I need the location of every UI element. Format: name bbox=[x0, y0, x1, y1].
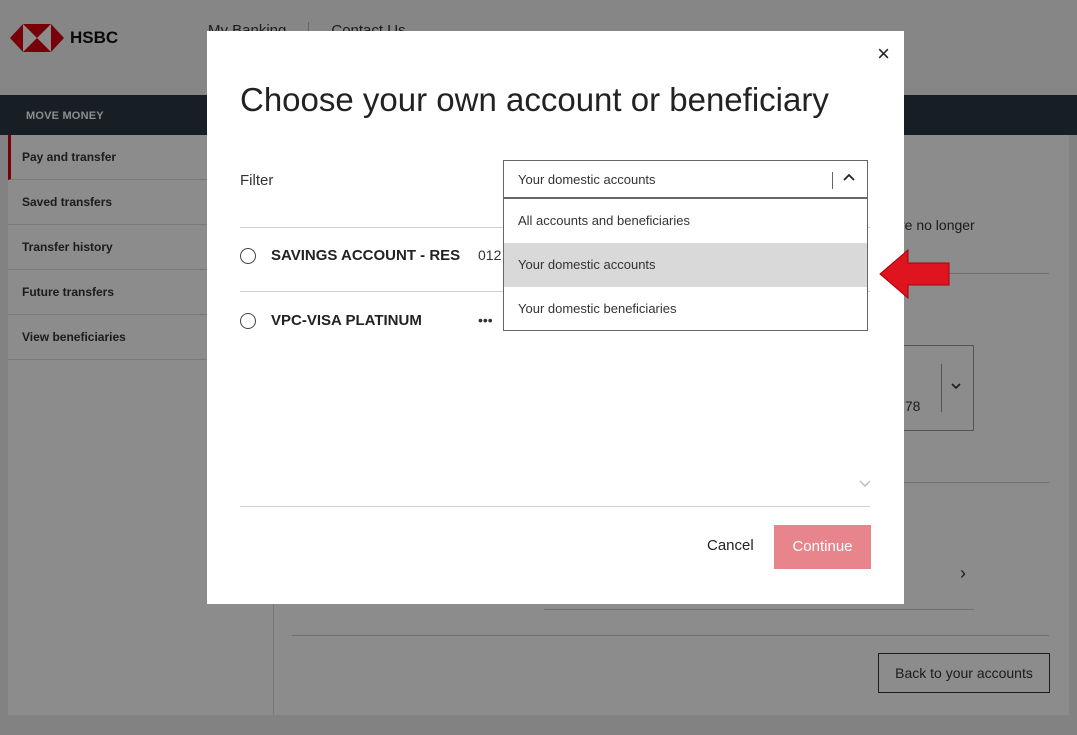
modal-title: Choose your own account or beneficiary bbox=[240, 81, 829, 118]
option-domestic-beneficiaries[interactable]: Your domestic beneficiaries bbox=[504, 287, 867, 331]
scroll-down-icon[interactable] bbox=[859, 478, 871, 488]
cancel-button[interactable]: Cancel bbox=[707, 537, 754, 554]
chevron-up-icon[interactable] bbox=[841, 169, 857, 185]
filter-select-value: Your domestic accounts bbox=[518, 172, 656, 187]
radio-button[interactable] bbox=[240, 313, 256, 329]
choose-account-modal: × Choose your own account or beneficiary… bbox=[207, 31, 904, 604]
option-domestic-accounts[interactable]: Your domestic accounts bbox=[504, 243, 867, 287]
account-number: ••• bbox=[478, 312, 493, 328]
filter-label: Filter bbox=[240, 172, 274, 189]
red-arrow-icon bbox=[879, 248, 950, 300]
account-number: 012 bbox=[478, 247, 502, 263]
continue-button[interactable]: Continue bbox=[774, 525, 871, 569]
filter-select[interactable]: Your domestic accounts bbox=[503, 160, 868, 198]
account-name: SAVINGS ACCOUNT - RES bbox=[271, 247, 461, 264]
close-icon[interactable]: × bbox=[877, 41, 890, 67]
option-all-accounts[interactable]: All accounts and beneficiaries bbox=[504, 199, 867, 243]
select-separator bbox=[832, 172, 833, 189]
account-name: VPC-VISA PLATINUM bbox=[271, 312, 422, 329]
filter-dropdown: All accounts and beneficiaries Your dome… bbox=[503, 198, 868, 331]
radio-button[interactable] bbox=[240, 248, 256, 264]
divider bbox=[240, 506, 870, 507]
